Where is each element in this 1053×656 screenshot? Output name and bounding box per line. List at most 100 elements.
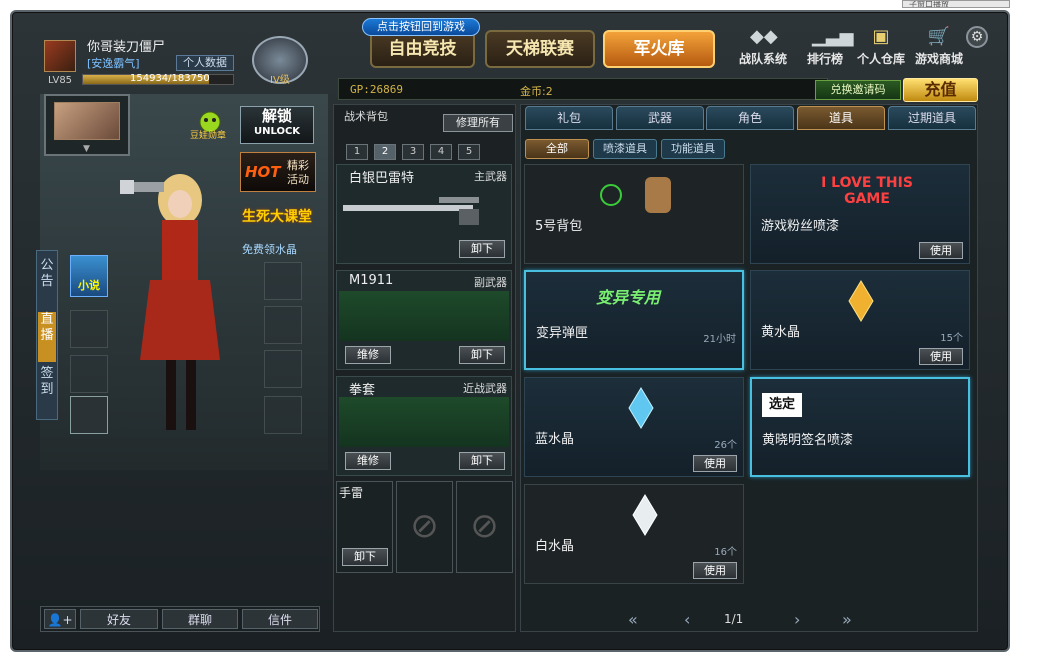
secondary-weapon-name: M1911	[349, 273, 394, 288]
armor-slot[interactable]	[264, 350, 302, 388]
item-name: 黄水晶	[761, 325, 801, 340]
use-button[interactable]: 使用	[693, 455, 737, 472]
add-friend-icon[interactable]: 👤+	[44, 609, 76, 629]
subwindow-play-label[interactable]: 子窗口播放	[902, 0, 1010, 8]
warehouse-icon: ▣	[872, 26, 890, 47]
redeem-invite-button[interactable]: 兑换邀请码	[815, 80, 901, 100]
group-chat-button[interactable]: 群聊	[162, 609, 238, 629]
group-chat-label: 群聊	[187, 613, 212, 627]
unequip-secondary-button[interactable]: 卸下	[459, 346, 505, 364]
item-card-fan-spray[interactable]: I LOVE THIS GAME 游戏粉丝喷漆 使用	[750, 164, 970, 264]
selected-stamp: 选定	[762, 393, 802, 417]
loadout-page-2[interactable]: 2	[374, 144, 396, 160]
loadout-page-5[interactable]: 5	[458, 144, 480, 160]
repair-melee-button[interactable]: 维修	[345, 452, 391, 470]
grenade-card[interactable]: 手雷 卸下	[336, 481, 393, 573]
tab-live[interactable]: 直播	[38, 312, 56, 362]
loadout-page-1[interactable]: 1	[346, 144, 368, 160]
unlock-button[interactable]: 解锁 UNLOCK	[240, 106, 314, 144]
item-card-white-crystal[interactable]: 白水晶 16个 使用	[524, 484, 744, 584]
rank-label: IV级	[270, 75, 290, 86]
unequip-grenade-button[interactable]: 卸下	[342, 548, 388, 566]
mail-button[interactable]: 信件	[242, 609, 318, 629]
barrett-rifle-icon	[343, 197, 479, 225]
empty-slot-icon: ⊘	[396, 481, 453, 573]
primary-weapon-name: 白银巴雷特	[349, 171, 415, 186]
life-class-banner[interactable]: 生死大课堂	[242, 206, 312, 226]
secondary-weapon-card[interactable]: M1911 副武器 维修 卸下	[336, 270, 512, 370]
team-system-label: 战队系统	[738, 52, 787, 66]
helmet-slot[interactable]	[264, 262, 302, 300]
pistol-icon	[339, 291, 509, 341]
warehouse-button[interactable]: ▣ 个人仓库	[852, 26, 910, 70]
tab-props[interactable]: 道具	[797, 106, 885, 130]
back-to-game-hint[interactable]: 点击按钮回到游戏	[362, 18, 480, 36]
tab-checkin[interactable]: 签到	[38, 366, 56, 414]
unlock-main-label: 解锁	[261, 107, 292, 125]
item-card-celebrity-spray[interactable]: 选定 黄晓明签名喷漆	[750, 377, 970, 477]
backpack-icon	[600, 177, 671, 213]
tab-characters[interactable]: 角色	[706, 106, 794, 130]
hot-label: HOT	[245, 163, 281, 181]
use-button[interactable]: 使用	[919, 348, 963, 365]
exp-text: 154934/183750	[130, 73, 210, 84]
prev-page-icon[interactable]: ‹	[684, 610, 690, 629]
item-card-blue-crystal[interactable]: 蓝水晶 26个 使用	[524, 377, 744, 477]
vest-slot[interactable]	[264, 306, 302, 344]
melee-weapon-card[interactable]: 拳套 近战武器 维修 卸下	[336, 376, 512, 476]
tab-ladder[interactable]: 天梯联赛	[485, 30, 595, 68]
free-crystal-link[interactable]: 免费领水晶	[242, 241, 297, 257]
use-button[interactable]: 使用	[693, 562, 737, 579]
repair-all-button[interactable]: 修理所有	[443, 114, 513, 132]
item-card-yellow-crystal[interactable]: 黄水晶 15个 使用	[750, 270, 970, 370]
ranking-button[interactable]: ▁▃▅ 排行榜	[796, 26, 854, 70]
tab-announcement[interactable]: 公告	[38, 258, 56, 306]
last-page-icon[interactable]: »	[842, 610, 852, 629]
bear-item-slot[interactable]	[70, 310, 108, 348]
unequip-melee-button[interactable]: 卸下	[459, 452, 505, 470]
coin-amount: 金币:2	[520, 85, 553, 98]
first-page-icon[interactable]: «	[628, 610, 638, 629]
subtab-function[interactable]: 功能道具	[661, 139, 725, 159]
page-indicator: 1/1	[724, 612, 744, 626]
unequip-primary-button[interactable]: 卸下	[459, 240, 505, 258]
item-card-mutant-mag[interactable]: 变异专用 变异弹匣 21小时	[524, 270, 744, 370]
box-item-slot[interactable]	[70, 396, 108, 434]
recharge-button[interactable]: 充值	[903, 78, 978, 102]
team-system-button[interactable]: ◆◆ 战队系统	[734, 26, 792, 70]
character-selector[interactable]: ▼	[44, 94, 130, 156]
player-guild[interactable]: [安逸霸气]	[87, 55, 140, 71]
white-crystal-icon	[632, 494, 658, 536]
item-name: 蓝水晶	[535, 432, 575, 447]
ammo-item-slot[interactable]	[70, 355, 108, 393]
subtab-all[interactable]: 全部	[525, 139, 589, 159]
friends-button[interactable]: 好友	[80, 609, 158, 629]
subtab-spray[interactable]: 喷漆道具	[593, 139, 657, 159]
next-page-icon[interactable]: ›	[794, 610, 800, 629]
melee-weapon-name: 拳套	[349, 383, 376, 398]
shop-button[interactable]: 🛒 游戏商城	[910, 26, 968, 70]
novel-book-icon[interactable]: 小说	[70, 255, 108, 297]
item-count: 15个	[940, 333, 963, 344]
ranking-label: 排行榜	[806, 52, 843, 66]
tab-gift-pack[interactable]: 礼包	[525, 106, 613, 130]
chevron-down-icon[interactable]: ▼	[83, 144, 90, 154]
use-button[interactable]: 使用	[919, 242, 963, 259]
repair-secondary-button[interactable]: 维修	[345, 346, 391, 364]
fan-spray-banner: I LOVE THIS GAME	[821, 175, 913, 207]
tab-expired[interactable]: 过期道具	[888, 106, 976, 130]
character-model	[120, 174, 220, 430]
knife-slot[interactable]	[264, 396, 302, 434]
primary-weapon-card[interactable]: 白银巴雷特 主武器 永久 卸下	[336, 164, 841, 264]
tab-weapons[interactable]: 武器	[616, 106, 704, 130]
item-card-backpack[interactable]: 5号背包	[524, 164, 744, 264]
hot-event-button[interactable]: HOT 精彩活动	[240, 152, 316, 192]
friends-label: 好友	[106, 613, 131, 627]
loadout-page-3[interactable]: 3	[402, 144, 424, 160]
blue-crystal-icon	[628, 387, 654, 429]
personal-data-button[interactable]: 个人数据	[176, 55, 234, 71]
loadout-page-4[interactable]: 4	[430, 144, 452, 160]
player-avatar[interactable]	[44, 40, 76, 72]
settings-gear-icon[interactable]: ⚙	[966, 26, 988, 48]
tab-armory[interactable]: 军火库	[603, 30, 715, 68]
